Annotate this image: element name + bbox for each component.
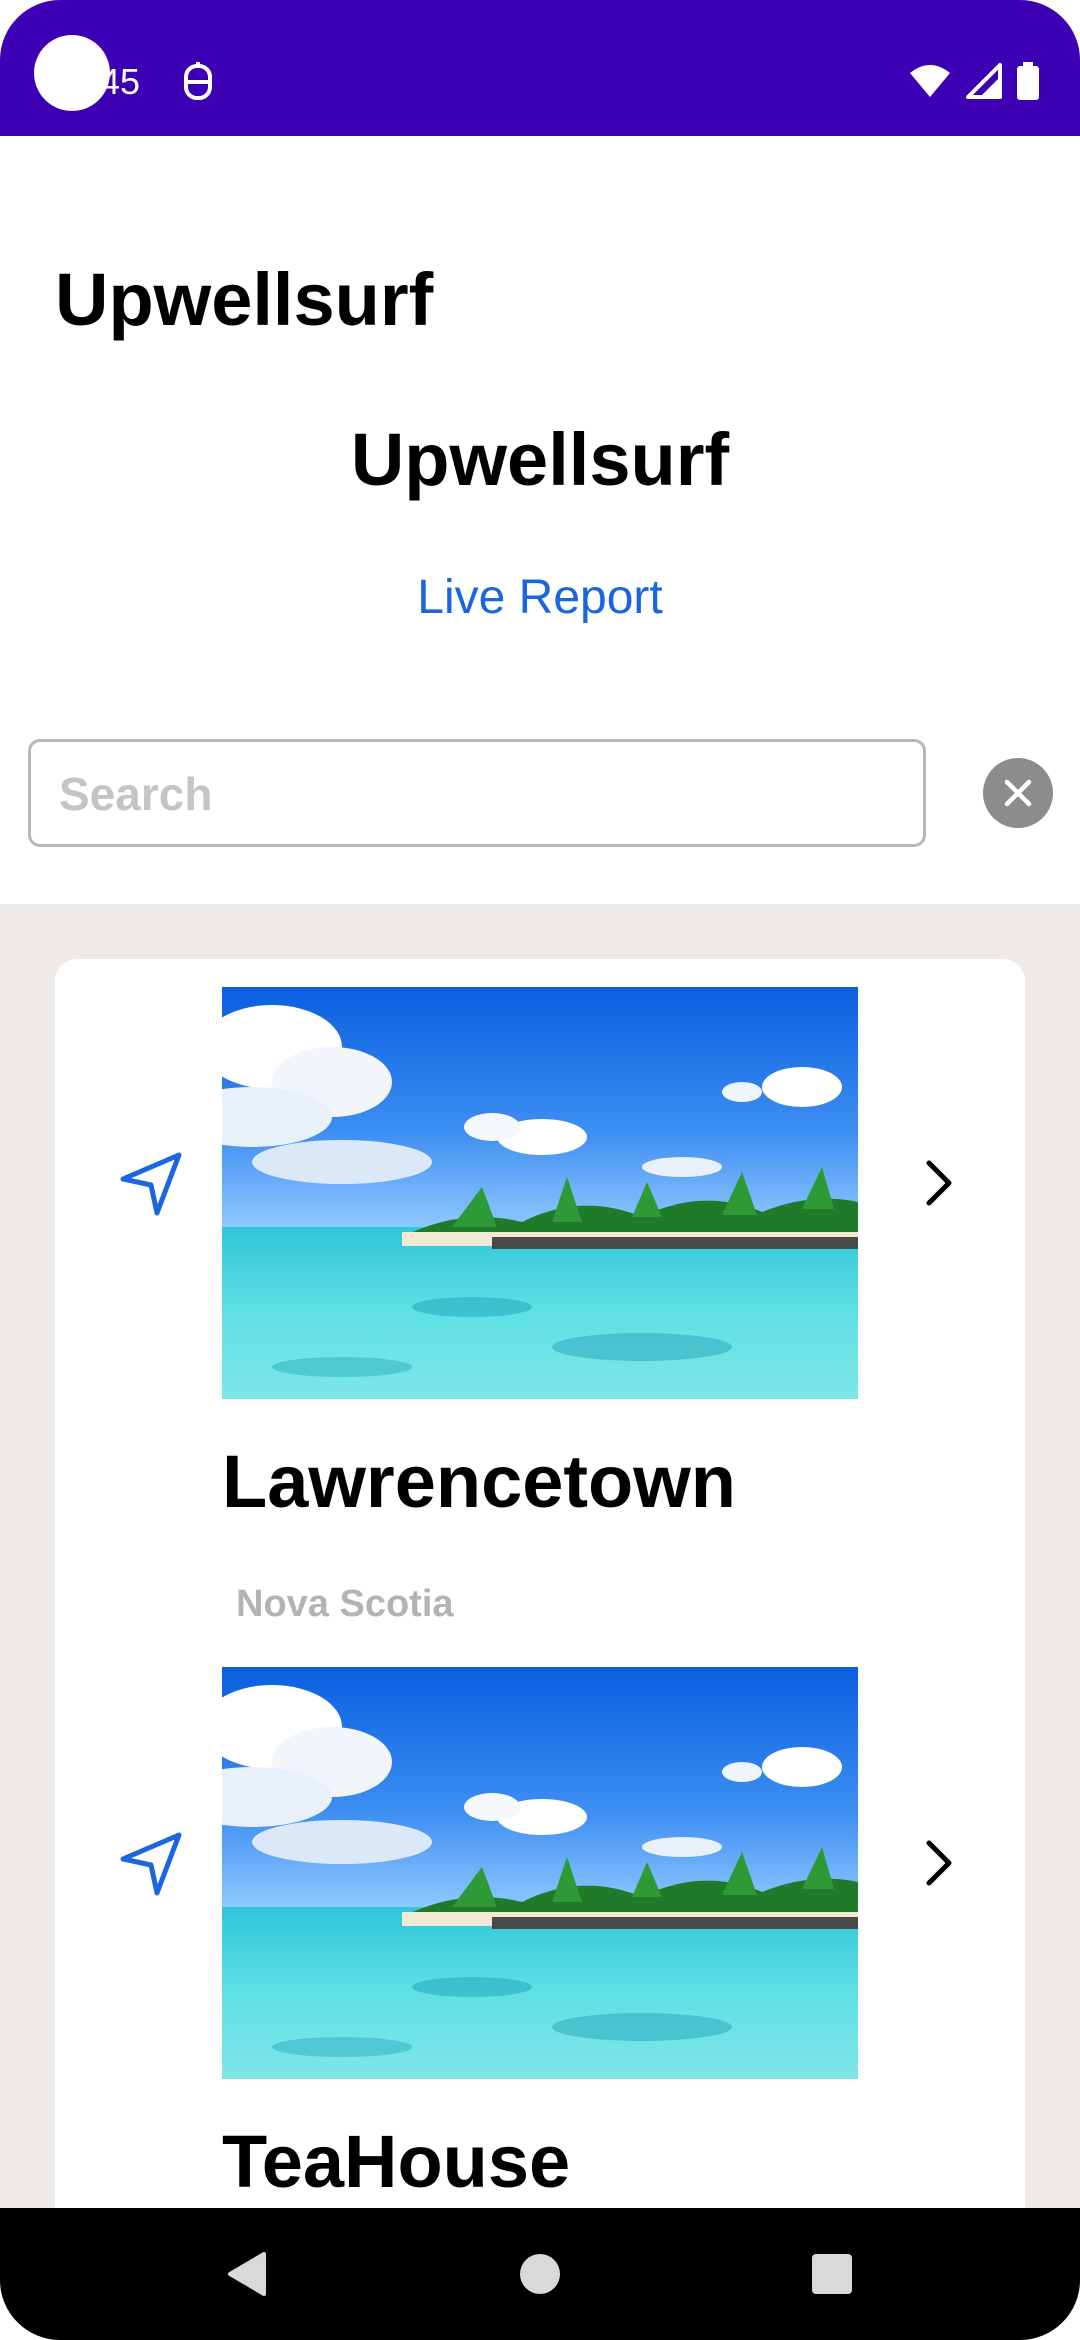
navigation-arrow-icon[interactable] bbox=[117, 1149, 187, 1219]
status-icons bbox=[908, 62, 1040, 100]
chevron-right-icon[interactable] bbox=[913, 1837, 965, 1889]
back-triangle-icon bbox=[228, 2252, 266, 2296]
recents-square-icon bbox=[812, 2254, 852, 2294]
spot-name: Lawrencetown bbox=[222, 1440, 736, 1523]
nav-back-button[interactable] bbox=[186, 2208, 306, 2340]
list-item[interactable]: Lawrencetown Nova Scotia bbox=[55, 959, 1025, 1639]
system-nav-bar bbox=[0, 2208, 1080, 2340]
nav-home-button[interactable] bbox=[480, 2208, 600, 2340]
cell-signal-icon bbox=[966, 63, 1002, 99]
wifi-icon bbox=[910, 65, 950, 97]
status-bar: 45 bbox=[0, 0, 1080, 136]
spot-card: Lawrencetown Nova Scotia TeaHouse bbox=[55, 959, 1025, 2210]
navigation-arrow-icon[interactable] bbox=[117, 1829, 187, 1899]
spot-list[interactable]: Lawrencetown Nova Scotia TeaHouse bbox=[0, 904, 1080, 2210]
spot-region: Nova Scotia bbox=[236, 1583, 454, 1625]
page-title: Upwellsurf bbox=[350, 418, 730, 501]
app-title: Upwellsurf bbox=[55, 258, 434, 341]
beach-image bbox=[222, 987, 858, 1399]
search-box bbox=[28, 739, 926, 847]
beach-image bbox=[222, 1667, 858, 2079]
close-icon bbox=[1004, 779, 1032, 807]
home-circle-icon bbox=[520, 2254, 560, 2294]
camera-cutout bbox=[34, 35, 110, 111]
search-input[interactable] bbox=[57, 742, 901, 846]
chevron-right-icon[interactable] bbox=[913, 1157, 965, 1209]
nav-recents-button[interactable] bbox=[772, 2208, 892, 2340]
battery-icon bbox=[1017, 62, 1039, 100]
spot-name: TeaHouse bbox=[222, 2120, 571, 2203]
live-report-link[interactable]: Live Report bbox=[0, 568, 1080, 628]
screen: 45 Upwellsurf Upwellsurf Live Report Sea… bbox=[0, 0, 1080, 2340]
app-notification-icon bbox=[184, 62, 212, 100]
clear-search-button[interactable] bbox=[983, 758, 1053, 828]
list-item[interactable]: TeaHouse bbox=[55, 1639, 1025, 2210]
